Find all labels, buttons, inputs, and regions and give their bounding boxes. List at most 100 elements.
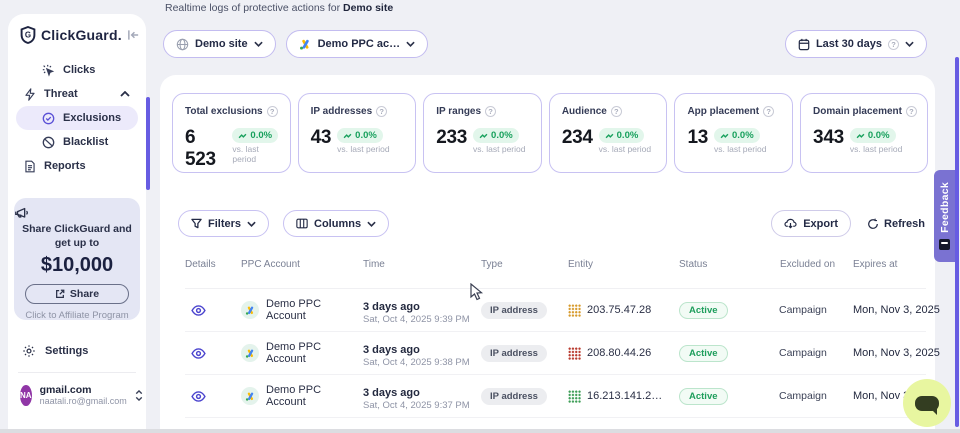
help-icon[interactable]: ? — [267, 106, 278, 117]
account-name: gmail.com — [40, 384, 127, 396]
stat-label: Domain placement — [813, 106, 902, 117]
col-header-excluded-on[interactable]: Excluded on — [779, 259, 836, 272]
stat-card-audience: Audience? 234 0.0%vs. last period — [549, 93, 668, 173]
sidebar-item-label: Threat — [44, 88, 78, 100]
refresh-button[interactable]: Refresh — [867, 218, 925, 230]
funnel-icon — [191, 218, 202, 229]
stat-card-total-exclusions: Total exclusions? 6 523 0.0%vs. last per… — [172, 93, 291, 173]
view-details-icon[interactable] — [191, 391, 206, 402]
date-range-selector[interactable]: Last 30 days ? — [785, 30, 927, 58]
google-ads-icon — [241, 344, 259, 362]
entity-identicon — [568, 304, 581, 317]
col-header-time[interactable]: Time — [363, 259, 481, 272]
help-icon[interactable]: ? — [485, 106, 496, 117]
sidebar-item-clicks[interactable]: Clicks — [16, 58, 138, 82]
stat-label: App placement — [687, 106, 759, 117]
col-header-entity[interactable]: Entity — [568, 259, 679, 272]
col-header-status[interactable]: Status — [679, 259, 779, 272]
share-button[interactable]: Share — [25, 284, 129, 304]
sidebar-item-blacklist[interactable]: Blacklist — [16, 130, 138, 154]
stats-cards: Total exclusions? 6 523 0.0%vs. last per… — [172, 93, 928, 173]
view-details-icon[interactable] — [191, 348, 206, 359]
stat-card-ip-addresses: IP addresses? 43 0.0%vs. last period — [298, 93, 417, 173]
excluded-on-value: Campaign — [779, 304, 836, 316]
sidebar-item-reports[interactable]: Reports — [16, 154, 138, 178]
sidebar-item-exclusions[interactable]: Exclusions — [16, 106, 138, 130]
table-row[interactable]: Demo PPC Account 3 days agoSat, Oct 4, 2… — [185, 332, 926, 375]
help-icon[interactable]: ? — [611, 106, 622, 117]
ppc-account-name: Demo PPC Account — [266, 341, 363, 365]
trend-badge: 0.0% — [599, 128, 645, 143]
table-row[interactable]: Demo PPC Account 3 days agoSat, Oct 4, 2… — [185, 375, 926, 418]
status-badge: Active — [679, 302, 728, 319]
stat-value: 234 — [562, 127, 593, 149]
site-selector[interactable]: Demo site — [163, 30, 276, 58]
help-icon[interactable]: ? — [888, 39, 899, 50]
sidebar-nav: Clicks Threat Exclusions Blacklist — [16, 58, 138, 178]
feedback-tab[interactable]: Feedback — [934, 170, 955, 262]
horizontal-scrollbar[interactable] — [0, 429, 960, 433]
stat-value: 343 — [813, 127, 844, 149]
site-name: Demo site — [343, 2, 393, 14]
google-ads-icon — [241, 387, 259, 405]
stat-label: IP addresses — [311, 106, 373, 117]
sidebar: G ClickGuard. Clicks Threat Excl — [8, 14, 146, 433]
account-email: naatali.ro@gmail.com — [40, 396, 127, 406]
trend-badge: 0.0% — [850, 128, 896, 143]
sidebar-item-label: Clicks — [63, 64, 95, 76]
promo-amount: $10,000 — [14, 254, 140, 277]
excluded-on-value: Campaign — [779, 347, 836, 359]
sidebar-item-settings[interactable]: Settings — [22, 344, 88, 358]
sidebar-scrollbar[interactable] — [146, 97, 150, 190]
sidebar-item-threat[interactable]: Threat — [16, 82, 138, 106]
chevron-down-icon — [905, 41, 914, 47]
affiliate-promo-card[interactable]: Share ClickGuard andget up to $10,000 Sh… — [14, 198, 140, 320]
view-details-icon[interactable] — [191, 305, 206, 316]
refresh-icon — [867, 218, 879, 230]
site-selector-label: Demo site — [195, 38, 248, 50]
chevron-down-icon — [367, 221, 376, 227]
ppc-account-selector[interactable]: Demo PPC ac… — [286, 30, 429, 58]
col-header-expires-at[interactable]: Expires at — [836, 259, 926, 272]
chevron-up-down-icon[interactable] — [135, 390, 143, 401]
document-icon — [24, 160, 36, 173]
chat-widget-button[interactable] — [903, 379, 951, 427]
stat-card-app-placement: App placement? 13 0.0%vs. last period — [674, 93, 793, 173]
stat-compare: vs. last period — [850, 144, 902, 154]
sidebar-item-label: Reports — [44, 160, 86, 172]
entity-value: 203.75.47.28 — [587, 304, 651, 316]
help-icon[interactable]: ? — [906, 106, 917, 117]
account-switcher[interactable]: NA gmail.com naatali.ro@gmail.com — [20, 384, 138, 406]
stat-value: 13 — [687, 127, 708, 149]
globe-icon — [176, 38, 189, 51]
export-button[interactable]: Export — [771, 210, 851, 237]
promo-title: Share ClickGuard andget up to — [14, 222, 140, 250]
ppc-account-name: Demo PPC Account — [266, 298, 363, 322]
stat-value: 6 523 — [185, 127, 226, 171]
chevron-down-icon — [247, 221, 256, 227]
ppc-selector-label: Demo PPC ac… — [318, 38, 401, 50]
cloud-download-icon — [784, 218, 797, 229]
help-icon[interactable]: ? — [376, 106, 387, 117]
expires-at-value: Mon, Nov 3, 2025 — [836, 304, 940, 316]
trend-up-icon — [720, 133, 729, 139]
page-scrollbar[interactable] — [955, 57, 959, 427]
stat-compare: vs. last period — [473, 144, 525, 154]
time-absolute: Sat, Oct 4, 2025 9:38 PM — [363, 357, 481, 368]
promo-footer: Click to Affiliate Program — [14, 310, 140, 321]
col-header-ppc-account[interactable]: PPC Account — [241, 259, 363, 272]
type-badge: IP address — [481, 345, 547, 362]
stat-label: Audience — [562, 106, 607, 117]
table-row[interactable]: Demo PPC Account 3 days agoSat, Oct 4, 2… — [185, 289, 926, 332]
stat-card-ip-ranges: IP ranges? 233 0.0%vs. last period — [423, 93, 542, 173]
collapse-sidebar-icon[interactable] — [127, 29, 140, 41]
filters-button[interactable]: Filters — [178, 210, 269, 237]
time-absolute: Sat, Oct 4, 2025 9:37 PM — [363, 400, 481, 411]
col-header-details[interactable]: Details — [185, 259, 241, 272]
col-header-type[interactable]: Type — [481, 259, 568, 272]
columns-button[interactable]: Columns — [283, 210, 389, 237]
status-badge: Active — [679, 345, 728, 362]
help-icon[interactable]: ? — [763, 106, 774, 117]
calendar-icon — [798, 38, 810, 51]
chevron-up-icon[interactable] — [120, 91, 130, 97]
